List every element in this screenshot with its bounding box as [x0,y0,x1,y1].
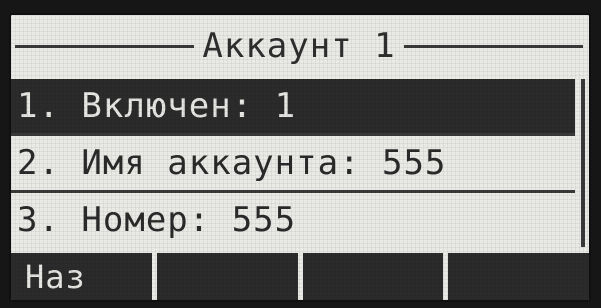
screen-header: Аккаунт 1 [11,21,589,71]
menu-item-enabled[interactable]: 1. Включен: 1 [11,79,575,133]
scrollbar[interactable] [581,79,585,247]
lcd-screen: Аккаунт 1 1. Включен: 1 2. Имя аккаунта:… [9,13,591,302]
softkey-back-button[interactable]: Наз [11,253,152,300]
menu-list: 1. Включен: 1 2. Имя аккаунта: 555 3. Но… [11,79,581,247]
screen-title: Аккаунт 1 [202,26,396,66]
softkey-bar: Наз [11,253,589,300]
menu-item-account-name[interactable]: 2. Имя аккаунта: 555 [11,136,581,190]
softkey-2-button[interactable] [156,253,298,300]
header-divider-left [15,44,195,48]
phone-bezel: Аккаунт 1 1. Включен: 1 2. Имя аккаунта:… [0,0,601,308]
header-divider-right [403,44,584,48]
menu-item-number[interactable]: 3. Номер: 555 [11,193,581,247]
softkey-4-button[interactable] [448,253,589,300]
softkey-3-button[interactable] [302,253,444,300]
